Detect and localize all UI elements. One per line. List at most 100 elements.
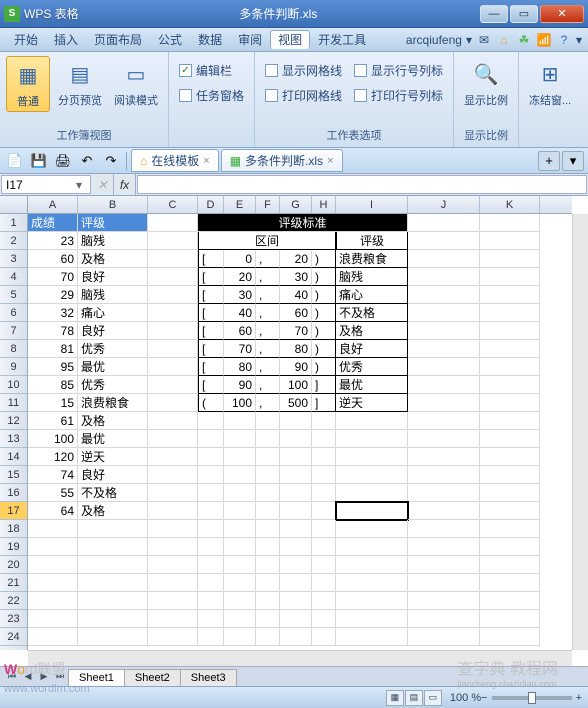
cell[interactable]	[78, 520, 148, 538]
cell[interactable]: 90	[224, 376, 256, 394]
cell[interactable]	[408, 232, 480, 250]
skin-icon[interactable]: ☘	[516, 32, 532, 48]
cell[interactable]	[312, 574, 336, 592]
save-icon[interactable]: 💾	[28, 151, 50, 171]
help-dropdown-icon[interactable]: ▾	[576, 33, 582, 47]
cell[interactable]: 70	[224, 340, 256, 358]
row-header[interactable]: 21	[0, 574, 27, 592]
cell[interactable]	[480, 232, 540, 250]
cell[interactable]	[408, 214, 480, 232]
show-headings-checkbox[interactable]: 显示行号列标	[350, 60, 447, 81]
cell[interactable]	[256, 430, 280, 448]
cell[interactable]	[408, 394, 480, 412]
cell[interactable]	[148, 286, 198, 304]
cell[interactable]	[408, 484, 480, 502]
cell[interactable]: 120	[28, 448, 78, 466]
cell[interactable]	[256, 502, 280, 520]
cell[interactable]	[224, 556, 256, 574]
cell[interactable]: 逆天	[78, 448, 148, 466]
cell[interactable]: )	[312, 268, 336, 286]
add-tab-button[interactable]: +	[538, 151, 560, 171]
cell[interactable]: 15	[28, 394, 78, 412]
column-header[interactable]: E	[224, 196, 256, 213]
cell[interactable]: 40	[224, 304, 256, 322]
cell[interactable]	[256, 556, 280, 574]
cell[interactable]: ,	[256, 286, 280, 304]
cell[interactable]	[148, 484, 198, 502]
cell[interactable]: 29	[28, 286, 78, 304]
row-header[interactable]: 17	[0, 502, 27, 520]
cell[interactable]	[336, 448, 408, 466]
cell[interactable]	[408, 466, 480, 484]
cell[interactable]: 脑残	[78, 286, 148, 304]
cell[interactable]	[148, 520, 198, 538]
cell[interactable]: 90	[280, 358, 312, 376]
cell[interactable]: 30	[224, 286, 256, 304]
menu-item[interactable]: 插入	[46, 30, 86, 50]
cell[interactable]: 61	[28, 412, 78, 430]
formula-input[interactable]	[137, 175, 587, 194]
cell[interactable]	[224, 412, 256, 430]
cell[interactable]: )	[312, 250, 336, 268]
cell[interactable]: 及格	[336, 322, 408, 340]
menu-item[interactable]: 公式	[150, 30, 190, 50]
cell[interactable]	[312, 628, 336, 646]
cell[interactable]	[480, 304, 540, 322]
cell[interactable]	[312, 502, 336, 520]
cell[interactable]: 脑残	[336, 268, 408, 286]
menu-item[interactable]: 页面布局	[86, 30, 150, 50]
row-header[interactable]: 18	[0, 520, 27, 538]
new-icon[interactable]: 📄	[4, 151, 26, 171]
row-header[interactable]: 6	[0, 304, 27, 322]
home-icon[interactable]: ⌂	[496, 32, 512, 48]
cell[interactable]	[280, 628, 312, 646]
cell[interactable]	[148, 358, 198, 376]
namebox-dropdown-icon[interactable]: ▾	[72, 178, 86, 192]
cell[interactable]	[408, 538, 480, 556]
cell[interactable]	[28, 556, 78, 574]
row-header[interactable]: 16	[0, 484, 27, 502]
cell[interactable]	[256, 520, 280, 538]
cell[interactable]	[480, 610, 540, 628]
menu-item[interactable]: 数据	[190, 30, 230, 50]
cell[interactable]: 不及格	[78, 484, 148, 502]
cell[interactable]	[256, 412, 280, 430]
cell[interactable]	[336, 466, 408, 484]
cell[interactable]	[408, 304, 480, 322]
cell[interactable]: 良好	[78, 268, 148, 286]
row-header[interactable]: 15	[0, 466, 27, 484]
cell[interactable]: 不及格	[336, 304, 408, 322]
cell[interactable]: 及格	[78, 502, 148, 520]
tab-close-icon[interactable]: ×	[327, 155, 333, 167]
cell[interactable]	[336, 502, 408, 520]
sync-icon[interactable]: 📶	[536, 32, 552, 48]
cell[interactable]	[224, 610, 256, 628]
select-all-corner[interactable]	[0, 196, 28, 214]
column-header[interactable]: A	[28, 196, 78, 213]
cell[interactable]	[408, 520, 480, 538]
cell[interactable]	[148, 268, 198, 286]
cell[interactable]	[198, 412, 224, 430]
cell[interactable]	[148, 502, 198, 520]
cell[interactable]: 最优	[78, 358, 148, 376]
cell[interactable]	[408, 268, 480, 286]
cell[interactable]	[148, 430, 198, 448]
cell[interactable]	[336, 538, 408, 556]
cell[interactable]	[198, 574, 224, 592]
cell[interactable]	[256, 574, 280, 592]
zoom-out-button[interactable]: −	[481, 692, 487, 704]
cell[interactable]	[280, 520, 312, 538]
zoom-button[interactable]: 🔍 显示比例	[460, 56, 512, 110]
cell[interactable]: 32	[28, 304, 78, 322]
cell[interactable]	[148, 214, 198, 232]
row-header[interactable]: 3	[0, 250, 27, 268]
cell[interactable]: 100	[280, 376, 312, 394]
cell[interactable]	[198, 628, 224, 646]
cell[interactable]	[148, 376, 198, 394]
cell[interactable]	[148, 304, 198, 322]
cell[interactable]: 成绩	[28, 214, 78, 232]
column-header[interactable]: B	[78, 196, 148, 213]
show-gridlines-checkbox[interactable]: 显示网格线	[261, 60, 346, 81]
cell[interactable]: ,	[256, 268, 280, 286]
cell[interactable]	[280, 592, 312, 610]
